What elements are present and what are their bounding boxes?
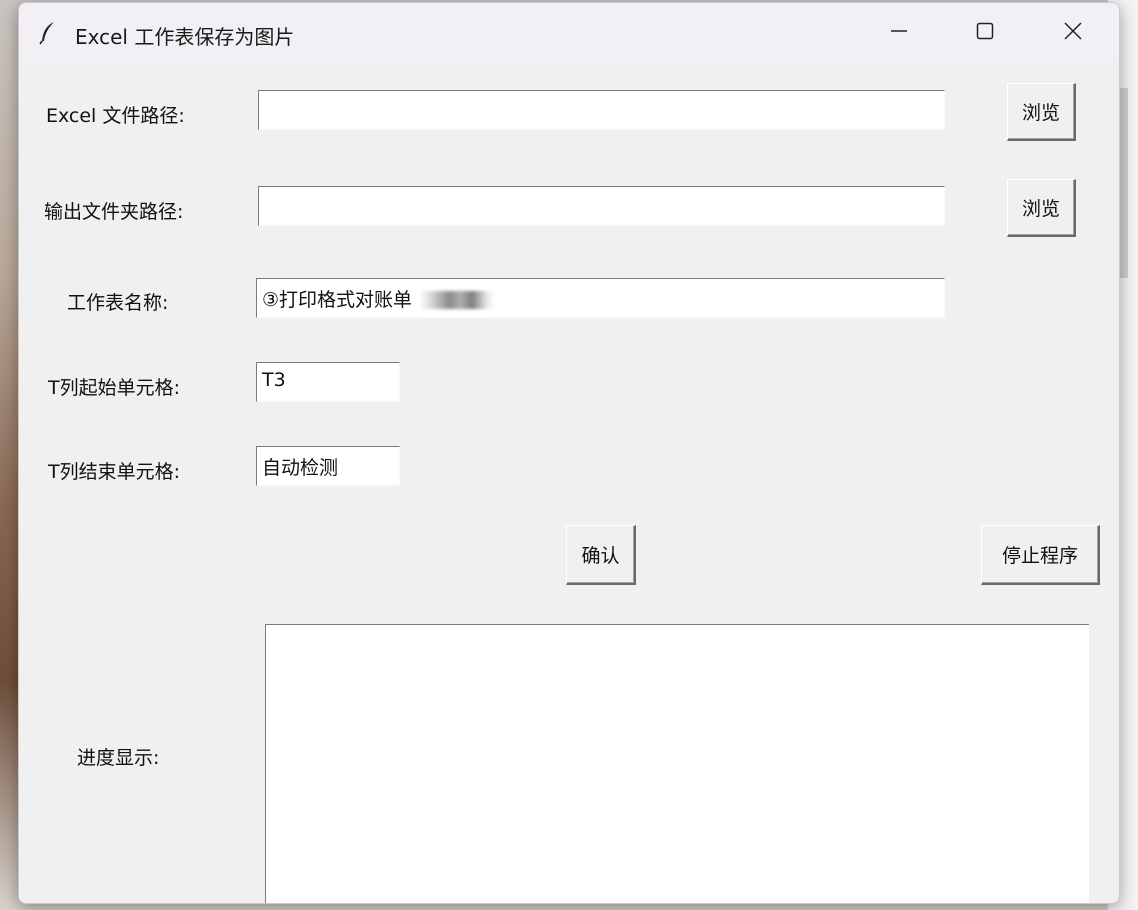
stop-program-button[interactable]: 停止程序 — [981, 525, 1100, 585]
title-bar[interactable]: Excel 工作表保存为图片 — [19, 3, 1119, 63]
progress-textarea[interactable] — [265, 624, 1089, 903]
close-icon — [1063, 21, 1083, 45]
sheet-name-input[interactable]: ③打印格式对账单 — [256, 278, 945, 318]
close-button[interactable] — [1051, 13, 1095, 53]
output-folder-input[interactable] — [258, 186, 945, 226]
maximize-icon — [975, 21, 995, 45]
window-title: Excel 工作表保存为图片 — [75, 25, 295, 49]
excel-path-input[interactable] — [258, 90, 945, 130]
app-window: Excel 工作表保存为图片 Excel 文件路径: 浏览 输出文件夹路径: 浏… — [18, 2, 1120, 904]
sheet-name-label: 工作表名称: — [67, 292, 169, 314]
output-browse-button[interactable]: 浏览 — [1007, 179, 1076, 237]
start-cell-label: T列起始单元格: — [48, 377, 181, 399]
end-cell-input[interactable]: 自动检测 — [256, 446, 400, 486]
minimize-icon — [889, 21, 909, 45]
maximize-button[interactable] — [963, 13, 1007, 53]
output-folder-label: 输出文件夹路径: — [44, 201, 184, 223]
redacted-text — [420, 291, 495, 309]
excel-path-label: Excel 文件路径: — [46, 105, 185, 127]
sheet-name-value: ③打印格式对账单 — [262, 289, 413, 311]
progress-label: 进度显示: — [77, 747, 160, 769]
start-cell-input[interactable]: T3 — [256, 362, 400, 402]
confirm-button[interactable]: 确认 — [566, 525, 636, 585]
minimize-button[interactable] — [877, 13, 921, 53]
excel-browse-button[interactable]: 浏览 — [1007, 83, 1076, 141]
feather-icon — [39, 21, 57, 45]
end-cell-label: T列结束单元格: — [48, 461, 181, 483]
